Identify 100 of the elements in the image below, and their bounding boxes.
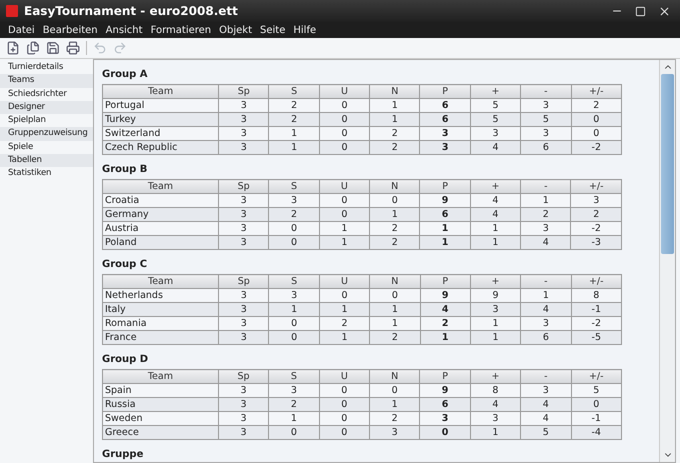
column-header: + xyxy=(470,370,521,384)
table-cell: Portugal xyxy=(102,98,219,112)
table-cell: Germany xyxy=(102,208,218,222)
sidebar-item[interactable]: Turnierdetails xyxy=(0,61,93,74)
table-cell: 3 xyxy=(218,112,269,126)
table-cell: 1 xyxy=(370,208,420,222)
column-header: S xyxy=(268,84,320,98)
new-document-icon[interactable] xyxy=(6,41,20,55)
table-cell: 0 xyxy=(571,398,622,412)
table-cell: 1 xyxy=(370,98,420,112)
table-cell: 3 xyxy=(218,288,269,302)
column-header: N xyxy=(370,84,420,98)
table-cell: 9 xyxy=(470,288,521,302)
sidebar-item[interactable]: Statistiken xyxy=(0,167,93,181)
column-header: P xyxy=(420,370,470,384)
sidebar-item[interactable]: Teams xyxy=(0,74,93,88)
table-cell: 4 xyxy=(470,140,521,154)
table-cell: 2 xyxy=(370,126,420,140)
table-cell: 0 xyxy=(319,112,370,126)
table-cell: 6 xyxy=(420,208,470,222)
scrollbar-thumb[interactable] xyxy=(661,74,674,254)
column-header: P xyxy=(420,84,470,98)
table-cell: 1 xyxy=(470,236,521,250)
table-cell: 3 xyxy=(370,426,420,440)
column-header: N xyxy=(370,274,420,288)
table-cell: 1 xyxy=(470,426,521,440)
menu-item[interactable]: Objekt xyxy=(215,24,256,36)
table-cell: 2 xyxy=(268,112,320,126)
column-header: + xyxy=(470,84,521,98)
table-cell: 0 xyxy=(268,426,320,440)
column-header: + xyxy=(470,180,521,194)
sidebar-item[interactable]: Designer xyxy=(0,100,93,114)
menu-item[interactable]: Datei xyxy=(4,24,39,36)
table-cell: 3 xyxy=(520,316,572,330)
table-cell: 2 xyxy=(370,222,420,236)
table-cell: 1 xyxy=(268,126,320,140)
column-header: S xyxy=(268,274,320,288)
table-cell: 3 xyxy=(218,330,269,344)
table-cell: -3 xyxy=(570,236,622,250)
table-cell: Greece xyxy=(102,426,218,440)
sidebar-item[interactable]: Spielplan xyxy=(0,114,93,128)
column-header: +/- xyxy=(571,370,622,384)
menu-item[interactable]: Seite xyxy=(256,24,290,36)
table-cell: 0 xyxy=(571,112,622,126)
table-cell: 0 xyxy=(319,126,370,140)
printer-icon[interactable] xyxy=(66,41,80,55)
save-icon[interactable] xyxy=(46,41,60,55)
table-cell: 8 xyxy=(470,384,521,398)
table-cell: 6 xyxy=(520,140,572,154)
table-cell: 3 xyxy=(268,194,320,208)
table-cell: -2 xyxy=(571,316,622,330)
table-cell: 3 xyxy=(420,140,470,154)
table-cell: 0 xyxy=(319,384,370,398)
documents-icon[interactable] xyxy=(26,41,40,55)
table-cell: 4 xyxy=(520,398,571,412)
table-cell: 3 xyxy=(470,302,521,316)
table-cell: Netherlands xyxy=(102,288,219,302)
table-cell: 2 xyxy=(268,208,320,222)
table-cell: 1 xyxy=(268,412,320,426)
table-cell: Czech Republic xyxy=(102,140,219,154)
table-cell: 0 xyxy=(268,222,320,236)
table-cell: 4 xyxy=(420,302,470,316)
column-header: U xyxy=(319,180,370,194)
maximize-icon[interactable] xyxy=(635,6,646,16)
menu-item[interactable]: Formatieren xyxy=(146,24,216,36)
table-cell: 9 xyxy=(420,288,470,302)
table-cell: 5 xyxy=(520,112,572,126)
table-cell: Austria xyxy=(102,222,218,236)
table-cell: -2 xyxy=(570,222,622,236)
sidebar-item[interactable]: Schiedsrichter xyxy=(0,88,93,101)
menu-item[interactable]: Bearbeiten xyxy=(38,24,102,36)
group-title: Gruppe xyxy=(102,449,144,460)
table-cell: 3 xyxy=(420,126,470,140)
menu-item[interactable]: Ansicht xyxy=(102,24,147,36)
table-cell: 3 xyxy=(218,398,269,412)
table-cell: 3 xyxy=(520,98,572,112)
sidebar-item[interactable]: Spiele xyxy=(0,140,93,154)
group-title: Group D xyxy=(102,354,150,365)
table-cell: 1 xyxy=(470,316,521,330)
sidebar-item[interactable]: Gruppenzuweisung xyxy=(0,127,93,141)
table-cell: 1 xyxy=(370,112,420,126)
column-header: - xyxy=(520,274,572,288)
table-cell: 3 xyxy=(520,222,571,236)
table-cell: 0 xyxy=(571,126,622,140)
table-cell: 2 xyxy=(370,236,420,250)
column-header: Team xyxy=(102,180,218,194)
table-cell: 3 xyxy=(218,194,269,208)
sidebar-item[interactable]: Tabellen xyxy=(0,154,93,168)
menu-item[interactable]: Hilfe xyxy=(289,24,320,36)
table-cell: Romania xyxy=(102,316,219,330)
table-cell: 1 xyxy=(370,316,420,330)
table-cell: 1 xyxy=(268,140,320,154)
table-cell: 3 xyxy=(218,208,269,222)
group-title: Group C xyxy=(102,259,148,270)
table-cell: 0 xyxy=(319,412,370,426)
table-cell: 3 xyxy=(218,222,269,236)
table-cell: -1 xyxy=(571,302,622,316)
close-icon[interactable] xyxy=(658,4,671,18)
table-cell: 1 xyxy=(520,194,571,208)
table-cell: Turkey xyxy=(102,112,219,126)
